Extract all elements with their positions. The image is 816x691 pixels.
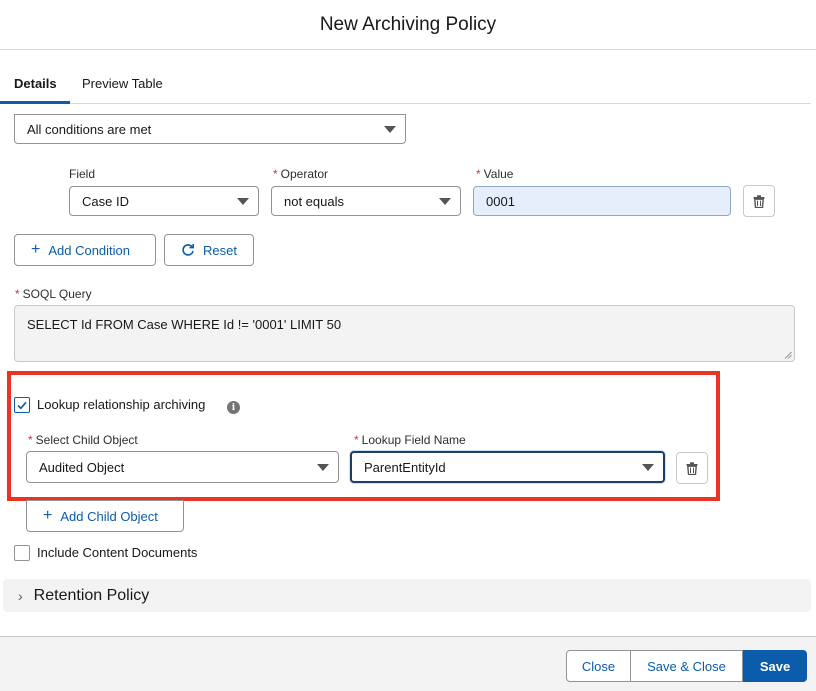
retention-policy-title: Retention Policy	[33, 586, 150, 604]
child-object-value: Audited Object	[39, 459, 125, 475]
operator-select-value: not equals	[284, 193, 344, 209]
modal-header: New Archiving Policy	[0, 0, 816, 50]
add-child-object-label: Add Child Object	[60, 508, 158, 524]
add-child-object-button[interactable]: + Add Child Object	[26, 500, 184, 532]
trash-icon	[686, 461, 698, 475]
tab-preview-table[interactable]: Preview Table	[82, 76, 163, 91]
include-content-documents-checkbox[interactable]	[14, 545, 30, 561]
add-condition-button[interactable]: + Add Condition	[14, 234, 156, 266]
info-icon[interactable]: i	[227, 401, 240, 414]
tab-bar: Details Preview Table	[0, 50, 811, 104]
operator-label-wrap: * Operator	[273, 167, 329, 181]
plus-icon: +	[31, 241, 41, 258]
retention-policy-accordion[interactable]: › Retention Policy	[3, 579, 811, 612]
lookup-field-label: Lookup Field Name	[361, 433, 466, 447]
plus-icon: +	[43, 507, 53, 524]
soql-query-text: SELECT Id FROM Case WHERE Id != '0001' L…	[27, 317, 342, 332]
chevron-down-icon	[237, 198, 249, 205]
soql-query-textarea[interactable]: SELECT Id FROM Case WHERE Id != '0001' L…	[14, 305, 795, 362]
field-select[interactable]: Case ID	[69, 186, 259, 216]
operator-select[interactable]: not equals	[271, 186, 461, 216]
lookup-field-value: ParentEntityId	[364, 459, 446, 475]
reset-label: Reset	[203, 242, 237, 258]
child-object-label: Select Child Object	[35, 433, 138, 447]
add-condition-label: Add Condition	[48, 242, 131, 258]
reset-button[interactable]: Reset	[164, 234, 254, 266]
lookup-field-select[interactable]: ParentEntityId	[350, 451, 665, 483]
child-object-select[interactable]: Audited Object	[26, 451, 339, 483]
tab-details[interactable]: Details	[14, 76, 57, 91]
active-tab-indicator	[0, 101, 70, 104]
value-input-text: 0001	[486, 193, 515, 209]
value-label: Value	[483, 167, 514, 181]
lookup-archiving-label: Lookup relationship archiving	[37, 397, 206, 412]
chevron-down-icon	[642, 464, 654, 471]
value-label-wrap: * Value	[476, 167, 514, 181]
check-icon	[17, 401, 27, 409]
value-input[interactable]: 0001	[473, 186, 731, 216]
close-button[interactable]: Close	[566, 650, 631, 682]
resize-grip-icon[interactable]	[784, 351, 792, 359]
save-and-close-button[interactable]: Save & Close	[631, 650, 743, 682]
chevron-down-icon	[317, 464, 329, 471]
chevron-down-icon	[439, 198, 451, 205]
lookup-field-label-wrap: * Lookup Field Name	[354, 433, 466, 447]
delete-condition-button[interactable]	[743, 185, 775, 217]
lookup-archiving-checkbox[interactable]	[14, 397, 30, 413]
field-label: Field	[69, 167, 96, 181]
modal-title: New Archiving Policy	[319, 13, 497, 35]
refresh-icon	[182, 244, 194, 256]
trash-icon	[753, 194, 765, 208]
chevron-down-icon	[384, 126, 396, 133]
footer-button-group: Close Save & Close Save	[566, 650, 807, 682]
chevron-right-icon: ›	[18, 587, 23, 604]
include-content-documents-label: Include Content Documents	[37, 545, 198, 560]
soql-label: SOQL Query	[22, 287, 92, 301]
save-button[interactable]: Save	[743, 650, 807, 682]
field-select-value: Case ID	[82, 193, 129, 209]
child-object-label-wrap: * Select Child Object	[28, 433, 138, 447]
delete-child-object-button[interactable]	[676, 452, 708, 484]
operator-label: Operator	[280, 167, 329, 181]
condition-logic-value: All conditions are met	[27, 121, 152, 137]
condition-logic-select[interactable]: All conditions are met	[14, 114, 406, 144]
soql-label-wrap: * SOQL Query	[15, 287, 92, 301]
